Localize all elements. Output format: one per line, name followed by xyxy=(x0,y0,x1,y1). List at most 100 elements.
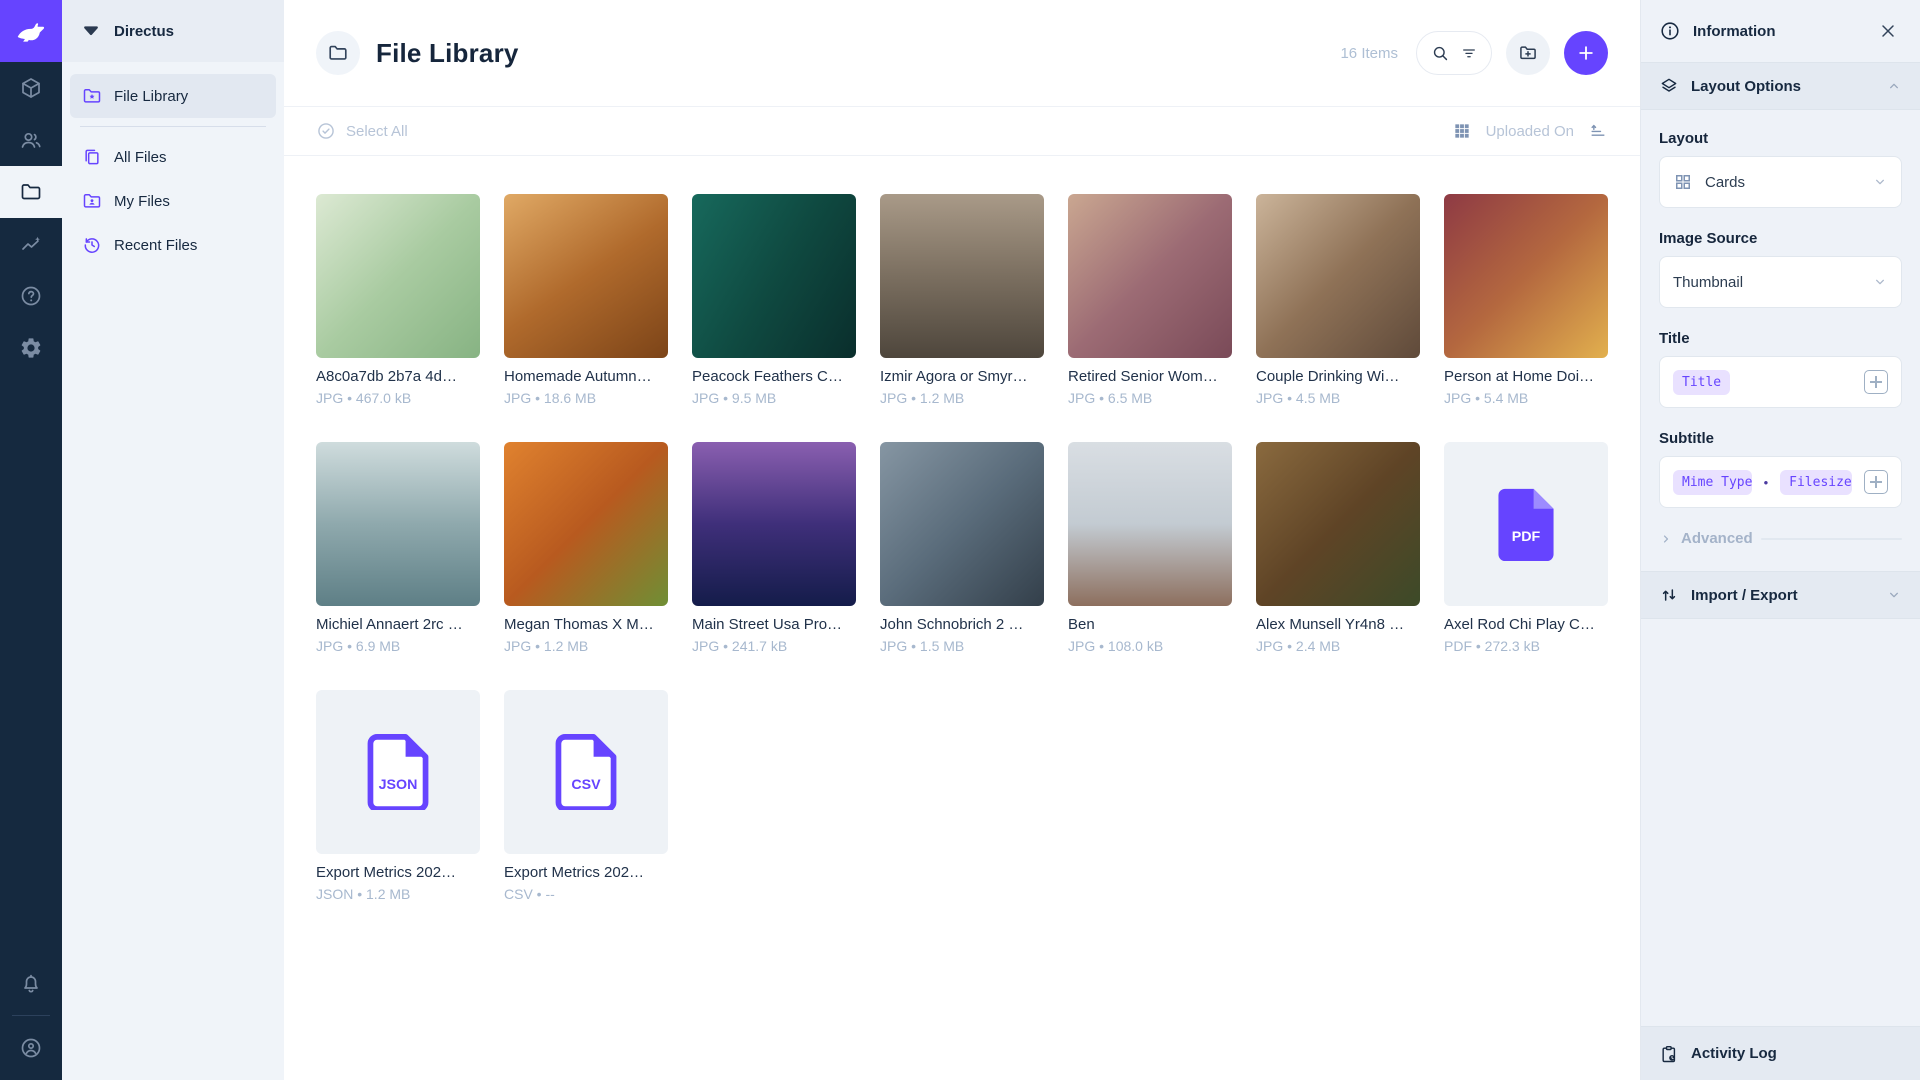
rail-item-insights[interactable] xyxy=(0,218,62,270)
file-card-thumbnail[interactable] xyxy=(1444,194,1608,358)
pdf-file-icon: PDF xyxy=(1494,486,1558,562)
add-field-button[interactable] xyxy=(1864,370,1888,394)
file-card-thumbnail[interactable] xyxy=(316,194,480,358)
grid-view-icon[interactable] xyxy=(1452,121,1472,141)
copy-icon xyxy=(82,147,102,167)
file-card-thumbnail[interactable] xyxy=(692,442,856,606)
file-card-meta: JPG • 6.5 MB xyxy=(1068,390,1232,406)
file-card-title: John Schnobrich 2 … xyxy=(880,616,1044,633)
rail-item-help[interactable] xyxy=(0,270,62,322)
sidebar-item-file-library[interactable]: File Library xyxy=(70,74,276,118)
file-card[interactable]: A8c0a7db 2b7a 4d… JPG • 467.0 kB xyxy=(316,194,480,406)
file-card-thumbnail[interactable] xyxy=(1068,194,1232,358)
add-field-button[interactable] xyxy=(1864,470,1888,494)
select-all-label: Select All xyxy=(346,123,408,140)
file-card-thumbnail[interactable]: PDF xyxy=(1444,442,1608,606)
file-card[interactable]: JSON Export Metrics 202… JSON • 1.2 MB xyxy=(316,690,480,902)
info-icon xyxy=(1659,20,1681,42)
field-chip-filesize[interactable]: Filesize xyxy=(1780,470,1852,495)
add-file-button[interactable] xyxy=(1564,31,1608,75)
new-folder-button[interactable] xyxy=(1506,31,1550,75)
subtitle-template-input[interactable]: Mime Type • Filesize xyxy=(1659,456,1902,508)
sidebar-item-all-files[interactable]: All Files xyxy=(70,135,276,179)
file-card[interactable]: Person at Home Doi… JPG • 5.4 MB xyxy=(1444,194,1608,406)
advanced-toggle[interactable]: Advanced xyxy=(1659,530,1902,547)
search-filter-pill[interactable] xyxy=(1416,31,1492,75)
chevron-down-icon xyxy=(1872,274,1888,290)
sidebar-item-recent-files[interactable]: Recent Files xyxy=(70,223,276,267)
activity-log-button[interactable]: Activity Log xyxy=(1641,1026,1920,1080)
plus-icon xyxy=(1576,43,1596,63)
file-card-title: Axel Rod Chi Play C… xyxy=(1444,616,1608,633)
field-label: Image Source xyxy=(1659,230,1902,247)
import-export-accordion[interactable]: Import / Export xyxy=(1641,571,1920,619)
file-card[interactable]: Alex Munsell Yr4n8 … JPG • 2.4 MB xyxy=(1256,442,1420,654)
sort-direction-icon[interactable] xyxy=(1588,121,1608,141)
file-card-thumbnail[interactable] xyxy=(880,442,1044,606)
file-card-thumbnail[interactable]: CSV xyxy=(504,690,668,854)
info-panel-title: Information xyxy=(1693,23,1862,40)
file-card-title: A8c0a7db 2b7a 4d… xyxy=(316,368,480,385)
file-card-thumbnail[interactable] xyxy=(504,442,668,606)
image-source-field: Image Source Thumbnail xyxy=(1659,230,1902,308)
file-card-thumbnail[interactable]: JSON xyxy=(316,690,480,854)
title-template-input[interactable]: Title xyxy=(1659,356,1902,408)
file-card-thumbnail[interactable] xyxy=(1256,442,1420,606)
file-card[interactable]: Peacock Feathers C… JPG • 9.5 MB xyxy=(692,194,856,406)
select-all-button[interactable]: Select All xyxy=(316,121,408,141)
advanced-label: Advanced xyxy=(1681,530,1753,547)
field-label: Subtitle xyxy=(1659,430,1902,447)
info-panel: Information Layout Options Layout Cards … xyxy=(1640,0,1920,1080)
page-title-folder-button[interactable] xyxy=(316,31,360,75)
layout-options-accordion[interactable]: Layout Options xyxy=(1641,62,1920,110)
file-card[interactable]: Retired Senior Wom… JPG • 6.5 MB xyxy=(1068,194,1232,406)
rail-item-settings[interactable] xyxy=(0,322,62,374)
file-card[interactable]: Megan Thomas X M… JPG • 1.2 MB xyxy=(504,442,668,654)
rail-item-files[interactable] xyxy=(0,166,62,218)
rail-item-content[interactable] xyxy=(0,62,62,114)
file-card[interactable]: Couple Drinking Wi… JPG • 4.5 MB xyxy=(1256,194,1420,406)
file-card[interactable]: Main Street Usa Pro… JPG • 241.7 kB xyxy=(692,442,856,654)
project-switcher[interactable]: Directus xyxy=(62,0,284,62)
file-card[interactable]: CSV Export Metrics 202… CSV • -- xyxy=(504,690,668,902)
file-card[interactable]: John Schnobrich 2 … JPG • 1.5 MB xyxy=(880,442,1044,654)
field-chip-title[interactable]: Title xyxy=(1673,370,1730,395)
file-grid-scroll-area[interactable]: A8c0a7db 2b7a 4d… JPG • 467.0 kB Homemad… xyxy=(284,156,1640,1080)
info-panel-header: Information xyxy=(1641,0,1920,62)
field-label: Layout xyxy=(1659,130,1902,147)
file-card-thumbnail[interactable] xyxy=(692,194,856,358)
rail-item-notifications[interactable] xyxy=(0,957,62,1009)
file-card-thumbnail[interactable] xyxy=(1068,442,1232,606)
directus-logo[interactable] xyxy=(0,0,62,62)
file-card[interactable]: Homemade Autumn… JPG • 18.6 MB xyxy=(504,194,668,406)
project-logo-icon xyxy=(80,20,102,42)
file-card-thumbnail[interactable] xyxy=(880,194,1044,358)
file-card-thumbnail[interactable] xyxy=(316,442,480,606)
image-source-select[interactable]: Thumbnail xyxy=(1659,256,1902,308)
file-card-title: Izmir Agora or Smyr… xyxy=(880,368,1044,385)
chevron-right-icon xyxy=(1659,532,1673,546)
file-card-meta: PDF • 272.3 kB xyxy=(1444,638,1608,654)
file-card-meta: JSON • 1.2 MB xyxy=(316,886,480,902)
file-card[interactable]: Michiel Annaert 2rc … JPG • 6.9 MB xyxy=(316,442,480,654)
check-circle-icon xyxy=(316,121,336,141)
layout-select[interactable]: Cards xyxy=(1659,156,1902,208)
sort-field-label[interactable]: Uploaded On xyxy=(1486,123,1574,140)
filter-icon xyxy=(1460,44,1478,62)
file-card[interactable]: Ben JPG • 108.0 kB xyxy=(1068,442,1232,654)
bell-icon xyxy=(19,971,43,995)
gear-icon xyxy=(19,336,43,360)
sidebar-item-my-files[interactable]: My Files xyxy=(70,179,276,223)
rail-item-account[interactable] xyxy=(0,1022,62,1074)
file-card-title: Peacock Feathers C… xyxy=(692,368,856,385)
accordion-label: Import / Export xyxy=(1691,587,1874,604)
file-card[interactable]: Izmir Agora or Smyr… JPG • 1.2 MB xyxy=(880,194,1044,406)
rabbit-logo-icon xyxy=(14,14,48,48)
file-card-thumbnail[interactable] xyxy=(504,194,668,358)
file-card[interactable]: PDF Axel Rod Chi Play C… PDF • 272.3 kB xyxy=(1444,442,1608,654)
close-panel-button[interactable] xyxy=(1874,17,1902,45)
chevron-up-icon xyxy=(1886,78,1902,94)
file-card-thumbnail[interactable] xyxy=(1256,194,1420,358)
field-chip-mime-type[interactable]: Mime Type xyxy=(1673,470,1752,495)
rail-item-users[interactable] xyxy=(0,114,62,166)
